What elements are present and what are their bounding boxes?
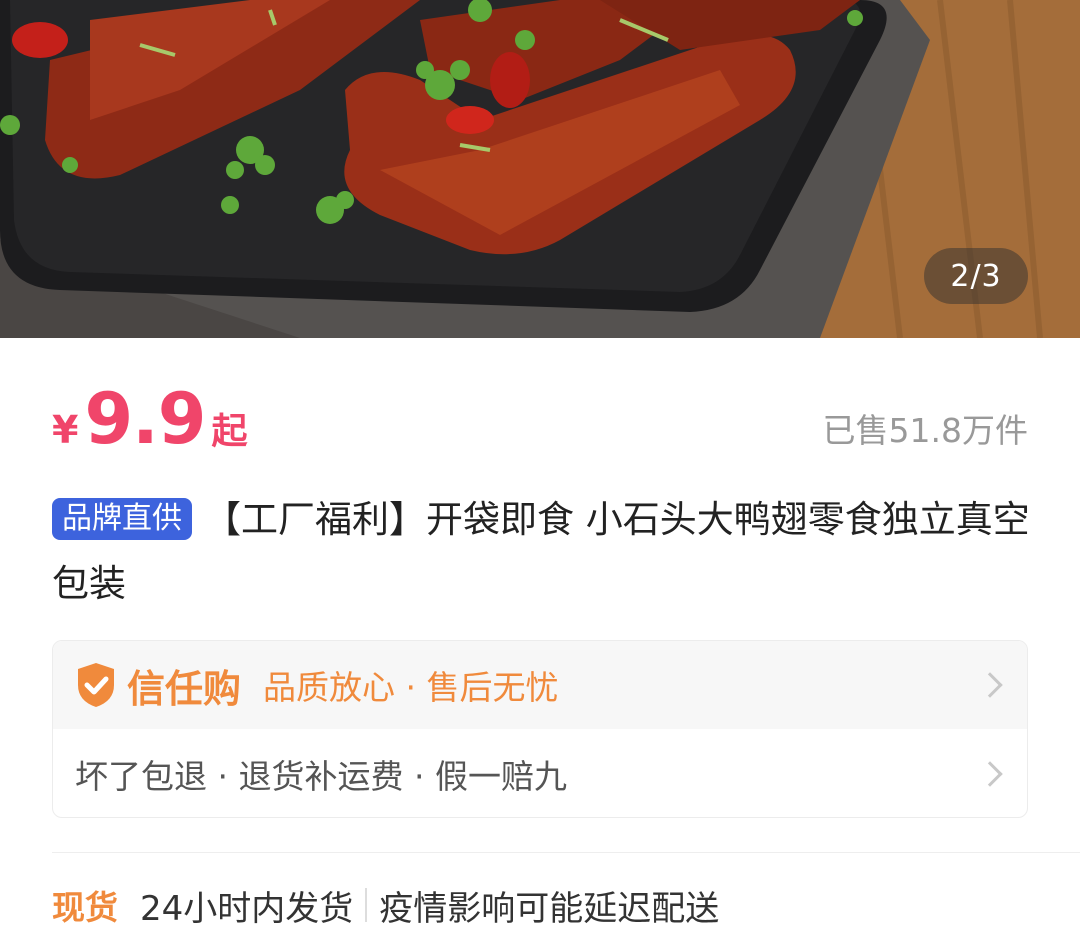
chevron-right-icon	[977, 672, 1003, 698]
shipping-delay-notice: 疫情影响可能延迟配送	[379, 888, 720, 929]
shipping-info-row[interactable]: 现货 24小时内发货 疫情影响可能延迟配送	[52, 880, 719, 930]
currency-symbol: ¥	[52, 408, 79, 452]
divider	[52, 852, 1080, 853]
duck-wings-photo	[0, 0, 1080, 338]
separator	[365, 888, 368, 922]
price: ¥ 9.9 起	[52, 378, 247, 460]
product-title: 品牌直供 【工厂福利】开袋即食 小石头大鸭翅零食独立真空包装	[52, 488, 1032, 616]
chevron-right-icon	[977, 760, 1003, 787]
price-suffix: 起	[211, 411, 248, 452]
brand-direct-badge: 品牌直供	[52, 498, 192, 540]
trust-terms: 坏了包退 · 退货补运费 · 假一赔九	[75, 756, 567, 796]
shipping-time: 24小时内发货	[140, 888, 354, 929]
trust-brand-label: 信任购	[127, 666, 242, 711]
trust-guarantee-card[interactable]: 信任购 品质放心 · 售后无忧 坏了包退 · 退货补运费 · 假一赔九	[52, 640, 1028, 818]
price-row: ¥ 9.9 起 已售51.8万件	[52, 378, 1028, 460]
trust-terms-row[interactable]: 坏了包退 · 退货补运费 · 假一赔九	[53, 729, 1027, 817]
price-amount: 9.9	[84, 378, 206, 460]
sold-count: 已售51.8万件	[822, 411, 1028, 450]
trust-header[interactable]: 信任购 品质放心 · 售后无忧	[53, 641, 1027, 729]
in-stock-tag: 现货	[52, 888, 118, 927]
trust-slogan: 品质放心 · 售后无忧	[263, 668, 559, 707]
product-title-text: 【工厂福利】开袋即食 小石头大鸭翅零食独立真空包装	[52, 498, 1030, 605]
image-counter: 2/3	[924, 248, 1028, 304]
product-image-carousel[interactable]: 2/3	[0, 0, 1080, 338]
shield-check-icon	[78, 663, 114, 707]
